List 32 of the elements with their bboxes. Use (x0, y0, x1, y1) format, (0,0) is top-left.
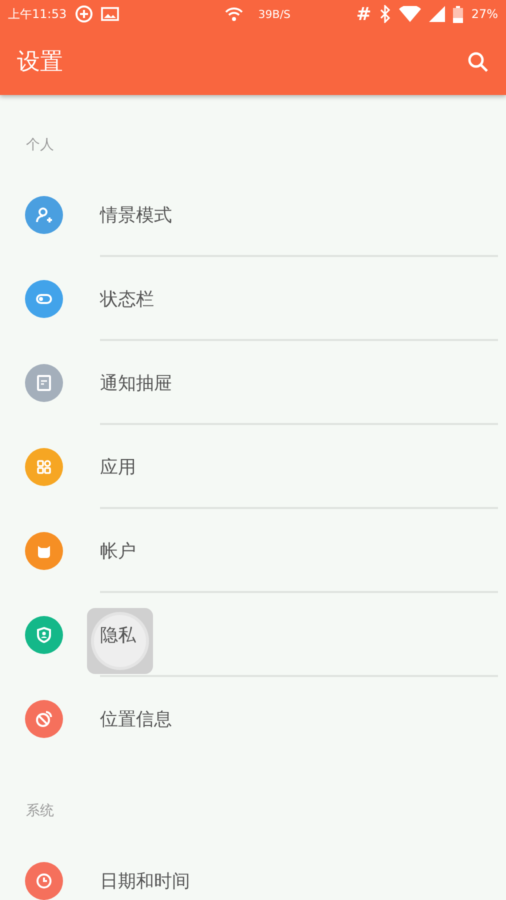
item-label: 情景模式 (100, 204, 172, 227)
settings-item[interactable]: 状态栏 (0, 257, 506, 341)
network-speed: 39B/S (258, 8, 291, 20)
settings-item[interactable]: 位置信息 (0, 677, 506, 761)
settings-item[interactable]: 通知抽屉 (0, 341, 506, 425)
app-title: 设置 (17, 48, 63, 77)
status-time: 上午11:53 (8, 6, 67, 22)
item-label: 通知抽屉 (100, 372, 172, 395)
wifi-signal-icon (399, 6, 422, 22)
item-label: 状态栏 (100, 288, 154, 311)
settings-item[interactable]: 情景模式 (0, 173, 506, 257)
bluetooth-icon (379, 5, 392, 23)
image-icon (100, 6, 119, 22)
item-label: 隐私 (100, 624, 136, 647)
cell-signal-icon (429, 6, 446, 22)
item-label: 日期和时间 (100, 870, 190, 893)
battery-icon (453, 6, 464, 22)
settings-item[interactable]: 隐私 (0, 593, 506, 677)
item-label: 位置信息 (100, 708, 172, 731)
section-header: 个人 (26, 136, 54, 155)
plus-circle-icon (74, 5, 93, 23)
settings-item[interactable]: 应用 (0, 425, 506, 509)
wifi-icon (224, 6, 244, 22)
hash-icon: # (356, 4, 372, 24)
search-button[interactable] (466, 50, 490, 74)
settings-item[interactable]: 日期和时间 (0, 839, 506, 900)
touch-ripple (87, 608, 153, 674)
item-label: 应用 (100, 456, 136, 479)
settings-item[interactable]: 帐户 (0, 509, 506, 593)
item-label: 帐户 (100, 540, 136, 563)
section-header: 系统 (26, 802, 54, 821)
battery-percent: 27% (471, 7, 498, 21)
